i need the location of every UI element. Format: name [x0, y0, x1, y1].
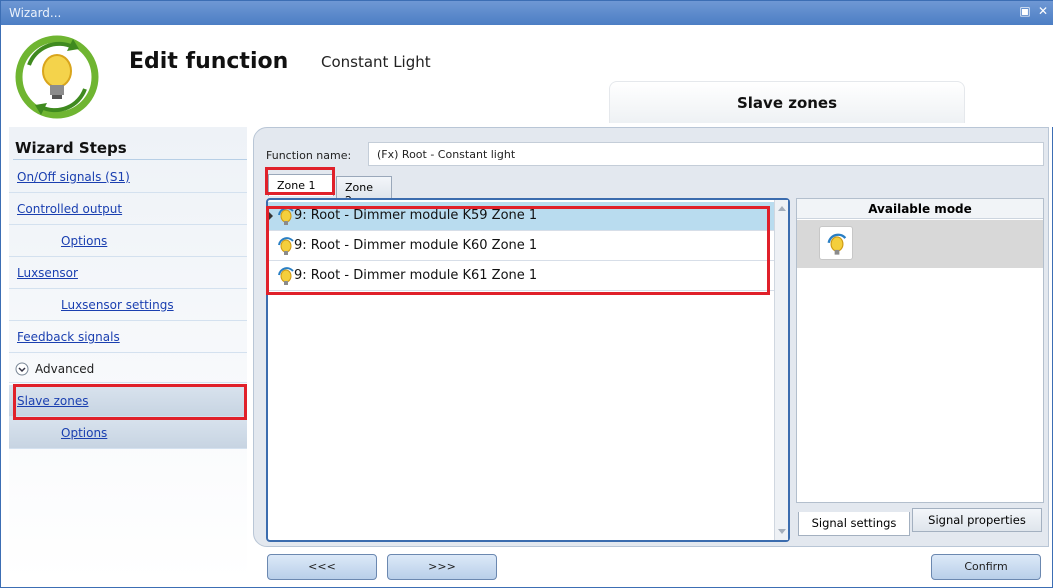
divider [13, 159, 247, 160]
function-name-label: Function name: [266, 149, 352, 162]
page-subtitle: Constant Light [321, 53, 431, 71]
wizard-steps-sidebar: Wizard Steps On/Off signals (S1) Control… [9, 127, 247, 581]
sidebar-item-label[interactable]: Options [61, 426, 107, 440]
title-bar: Wizard... ▣ ✕ [1, 1, 1053, 25]
sidebar-item-options[interactable]: Options [9, 225, 247, 257]
list-scrollbar[interactable] [774, 200, 788, 540]
main-panel: Function name: (Fx) Root - Constant ligh… [253, 127, 1049, 547]
highlight-box-zone-1 [265, 167, 335, 195]
sidebar-item-label[interactable]: Controlled output [17, 202, 122, 216]
wizard-window: Wizard... ▣ ✕ Edit function Constant Lig… [0, 0, 1053, 588]
sidebar-item-label[interactable]: Feedback signals [17, 330, 120, 344]
previous-button[interactable]: <<< [267, 554, 377, 580]
sidebar-item-label[interactable]: Options [61, 234, 107, 248]
tab-signal-settings[interactable]: Signal settings [798, 512, 910, 536]
sidebar-item-options-2[interactable]: Options [9, 417, 247, 449]
header: Edit function Constant Light Slave zones [1, 25, 1053, 127]
available-mode-panel: Available mode [796, 198, 1044, 503]
active-step-tab: Slave zones [609, 81, 965, 123]
tab-zone-2[interactable]: Zone 2 [336, 176, 392, 207]
highlight-box-slave-zones [13, 384, 247, 420]
confirm-button[interactable]: Confirm [931, 554, 1041, 580]
tab-signal-properties[interactable]: Signal properties [912, 508, 1042, 532]
chevron-down-icon[interactable] [15, 362, 29, 376]
sidebar-item-label[interactable]: Advanced [35, 362, 94, 376]
sidebar-item-feedback-signals[interactable]: Feedback signals [9, 321, 247, 353]
available-mode-header: Available mode [797, 199, 1043, 219]
close-icon[interactable]: ✕ [1036, 4, 1050, 18]
sidebar-item-advanced[interactable]: Advanced [9, 355, 247, 383]
sidebar-item-luxsensor[interactable]: Luxsensor [9, 257, 247, 289]
constant-light-bulb-icon [15, 35, 99, 119]
restore-icon[interactable]: ▣ [1018, 4, 1032, 18]
function-name-field[interactable]: (Fx) Root - Constant light [368, 142, 1044, 166]
sidebar-title: Wizard Steps [15, 139, 127, 157]
sidebar-item-label[interactable]: Luxsensor [17, 266, 78, 280]
dimmer-mode-icon[interactable] [819, 226, 853, 260]
next-button[interactable]: >>> [387, 554, 497, 580]
sidebar-item-controlled-output[interactable]: Controlled output [9, 193, 247, 225]
sidebar-item-luxsensor-settings[interactable]: Luxsensor settings [9, 289, 247, 321]
sidebar-item-label[interactable]: Luxsensor settings [61, 298, 174, 312]
available-mode-row[interactable] [797, 220, 1043, 268]
scroll-up-icon[interactable] [778, 206, 786, 211]
scroll-down-icon[interactable] [778, 529, 786, 534]
page-title: Edit function [129, 49, 289, 74]
sidebar-item-label[interactable]: On/Off signals (S1) [17, 170, 130, 184]
sidebar-item-onoff[interactable]: On/Off signals (S1) [9, 161, 247, 193]
dimmer-bulb-icon [827, 233, 847, 255]
window-title: Wizard... [9, 6, 62, 20]
highlight-box-zone-list [266, 206, 770, 295]
